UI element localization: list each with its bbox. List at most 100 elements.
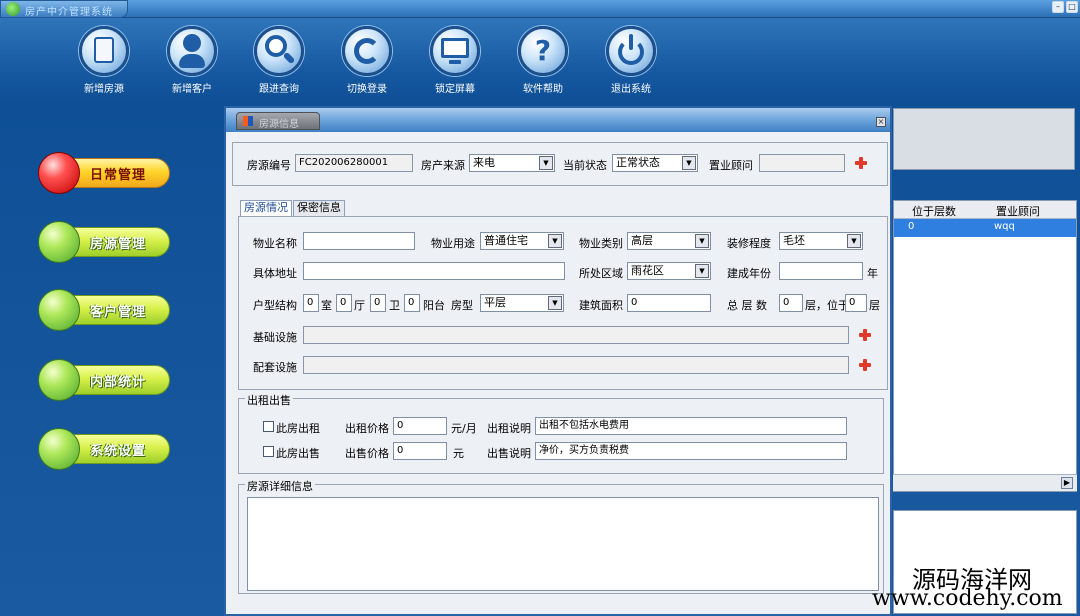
sale-checkbox[interactable]	[263, 446, 274, 457]
toolbar-help[interactable]: ? 软件帮助	[503, 26, 583, 95]
toolbar-add-customer[interactable]: 新增客户	[152, 26, 232, 95]
status-value: 正常状态	[616, 156, 660, 169]
property-name-input[interactable]	[303, 232, 415, 250]
sale-price-label: 出售价格	[345, 447, 389, 460]
room-type-select[interactable]: 平层 ▼	[480, 294, 564, 312]
chevron-down-icon[interactable]: ▼	[695, 234, 709, 248]
scroll-right-icon[interactable]: ▶	[1061, 477, 1073, 489]
grid-header-agent[interactable]: 置业顾问	[996, 203, 1040, 219]
address-label: 具体地址	[253, 267, 297, 280]
balcony-unit: 阳台	[423, 299, 445, 312]
grid-header-floor[interactable]: 位于层数	[912, 203, 956, 219]
help-icon: ?	[518, 26, 568, 76]
sale-price-input[interactable]: 0	[393, 442, 447, 460]
rent-note-input[interactable]: 出租不包括水电费用	[535, 417, 847, 435]
floor-at-unit: 层	[869, 299, 880, 312]
property-name-label: 物业名称	[253, 237, 297, 250]
toolbar-label: 新增房源	[84, 84, 124, 95]
balcony-input[interactable]: 0	[404, 294, 420, 312]
agent-field[interactable]	[759, 154, 845, 172]
code-label: 房源编号	[247, 159, 291, 172]
dialog-title-bar: 房源信息 ×	[226, 108, 890, 132]
nav-system-settings[interactable]: 系统设置	[38, 428, 170, 472]
year-unit: 年	[867, 267, 878, 280]
add-equipment-icon[interactable]	[859, 359, 871, 371]
grid-cell-floor: 0	[908, 221, 915, 232]
area-input[interactable]: 0	[627, 294, 711, 312]
equipment-field[interactable]	[303, 356, 849, 374]
category-select[interactable]: 高层 ▼	[627, 232, 711, 250]
address-input[interactable]	[303, 262, 565, 280]
header-section: 房源编号 FC202006280001 房产来源 来电 ▼ 当前状态 正常状态 …	[232, 142, 888, 186]
sale-note-input[interactable]: 净价，买方负责税费	[535, 442, 847, 460]
detail-section: 房源详细信息	[238, 478, 884, 594]
chevron-down-icon[interactable]: ▼	[548, 296, 562, 310]
detail-legend: 房源详细信息	[245, 478, 315, 494]
room-input[interactable]: 0	[303, 294, 319, 312]
sale-check-label[interactable]: 此房出售	[276, 445, 320, 461]
property-code-field[interactable]: FC202006280001	[295, 154, 413, 172]
status-select[interactable]: 正常状态 ▼	[612, 154, 698, 172]
source-select[interactable]: 来电 ▼	[469, 154, 555, 172]
window-icon	[243, 116, 253, 126]
dialog-title: 房源信息	[259, 119, 299, 130]
property-info-dialog: 房源信息 × 房源编号 FC202006280001 房产来源 来电 ▼ 当前状…	[224, 106, 892, 616]
monitor-lock-icon	[430, 26, 480, 76]
detail-textarea[interactable]	[247, 497, 879, 591]
chevron-down-icon[interactable]: ▼	[847, 234, 861, 248]
district-select[interactable]: 雨花区 ▼	[627, 262, 711, 280]
chevron-down-icon[interactable]: ▼	[695, 264, 709, 278]
total-floors-input[interactable]: 0	[779, 294, 803, 312]
nav-internal-statistics[interactable]: 内部统计	[38, 359, 170, 403]
hall-input[interactable]: 0	[336, 294, 352, 312]
usage-select[interactable]: 普通住宅 ▼	[480, 232, 564, 250]
source-value: 来电	[473, 156, 495, 169]
toolbar-label: 软件帮助	[523, 84, 563, 95]
maximize-button[interactable]: □	[1066, 1, 1078, 13]
rent-sale-section: 出租出售 此房出租 出租价格 0 元/月 出租说明 出租不包括水电费用 此房出售…	[238, 392, 884, 474]
toolbar-label: 退出系统	[611, 84, 651, 95]
rent-price-input[interactable]: 0	[393, 417, 447, 435]
grid-cell-agent: wqq	[994, 221, 1015, 232]
type-label: 房型	[451, 299, 473, 312]
room-unit: 室	[321, 299, 332, 312]
nav-property-management[interactable]: 房源管理	[38, 221, 170, 265]
floor-at-input[interactable]: 0	[845, 294, 867, 312]
rent-checkbox[interactable]	[263, 421, 274, 432]
minimize-button[interactable]: –	[1052, 1, 1064, 13]
nav-label: 房源管理	[90, 237, 147, 252]
tab-property-status[interactable]: 房源情况	[240, 200, 292, 216]
facility-field[interactable]	[303, 326, 849, 344]
decoration-value: 毛坯	[783, 234, 805, 247]
chevron-down-icon[interactable]: ▼	[539, 156, 553, 170]
table-row[interactable]: 0 wqq	[894, 219, 1076, 237]
tab-confidential[interactable]: 保密信息	[293, 200, 345, 216]
toolbar-switch-login[interactable]: 切换登录	[327, 26, 407, 95]
sale-unit: 元	[453, 447, 464, 460]
year-input[interactable]	[779, 262, 863, 280]
dialog-title-tab: 房源信息	[236, 112, 320, 130]
decoration-select[interactable]: 毛坯 ▼	[779, 232, 863, 250]
horizontal-scrollbar[interactable]: ▶	[893, 474, 1077, 491]
chevron-down-icon[interactable]: ▼	[548, 234, 562, 248]
property-grid[interactable]: 位于层数 置业顾问 0 wqq	[893, 200, 1077, 492]
nav-customer-management[interactable]: 客户管理	[38, 289, 170, 333]
rent-check-label[interactable]: 此房出租	[276, 420, 320, 436]
chevron-down-icon[interactable]: ▼	[682, 156, 696, 170]
toolbar-add-property[interactable]: 新增房源	[64, 26, 144, 95]
add-facility-icon[interactable]	[859, 329, 871, 341]
toolbar-lock-screen[interactable]: 锁定屏幕	[415, 26, 495, 95]
agent-label: 置业顾问	[709, 159, 753, 172]
facility-label: 基础设施	[253, 331, 297, 344]
toolbar-exit[interactable]: 退出系统	[591, 26, 671, 95]
nav-label: 系统设置	[90, 444, 147, 459]
bath-input[interactable]: 0	[370, 294, 386, 312]
add-agent-icon[interactable]	[855, 157, 867, 169]
toolbar-search-followup[interactable]: 跟进查询	[239, 26, 319, 95]
floors-unit: 层，位于	[805, 299, 849, 312]
toolbar-label: 锁定屏幕	[435, 84, 475, 95]
floors-label: 总 层 数	[727, 299, 767, 312]
close-button[interactable]: ×	[876, 117, 886, 127]
nav-daily-management[interactable]: 日常管理	[38, 152, 170, 196]
category-label: 物业类别	[579, 237, 623, 250]
